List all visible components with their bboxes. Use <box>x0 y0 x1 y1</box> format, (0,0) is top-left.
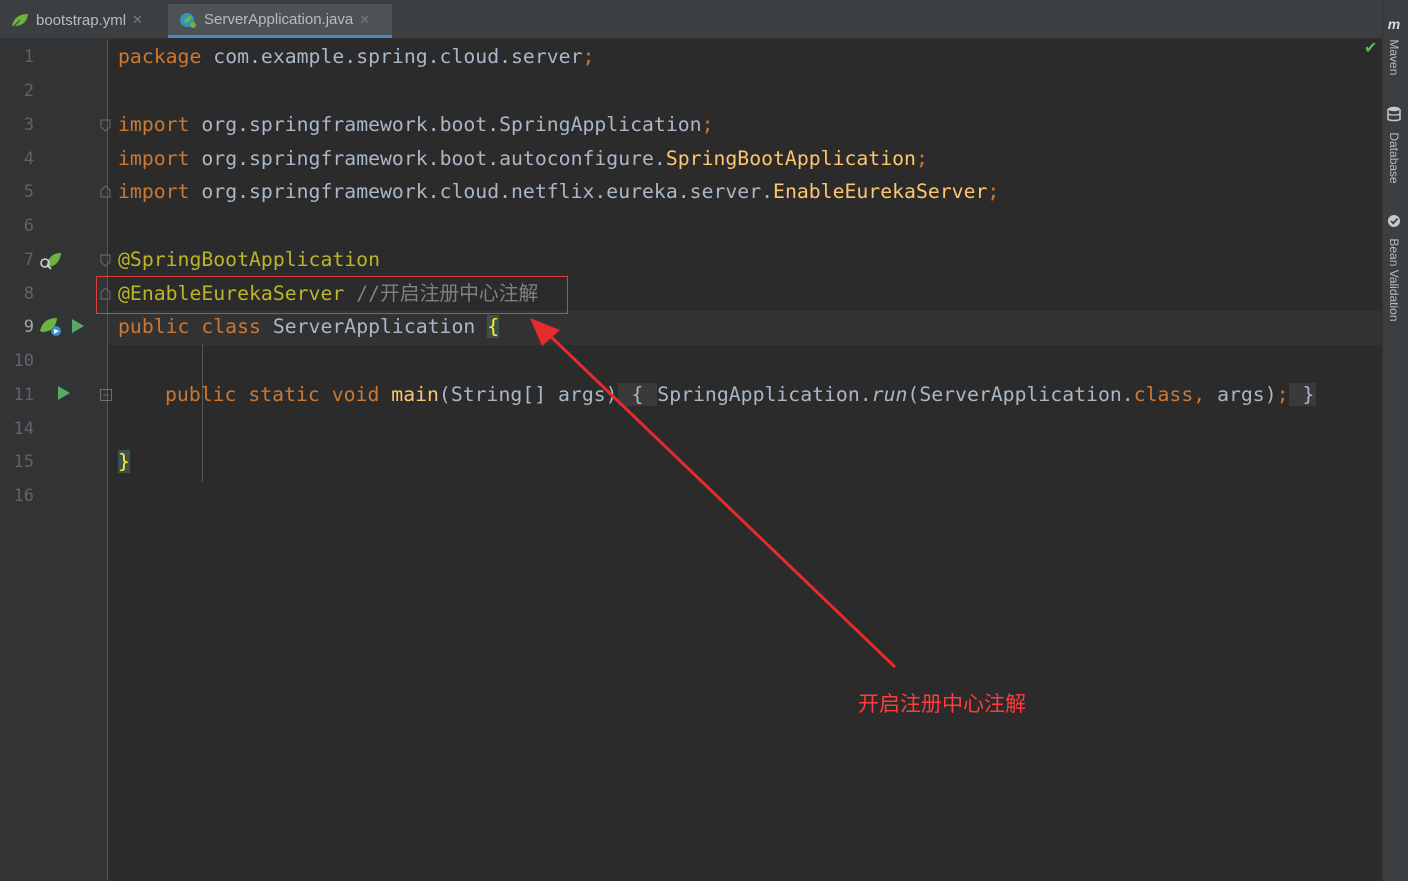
highlight-box <box>96 276 568 314</box>
code-line-9: public class ServerApplication { <box>118 315 500 338</box>
editor-tab-bar: bootstrap.yml ✕ ServerApplication.java ✕ <box>0 0 1382 39</box>
code-line-15: } <box>118 450 130 473</box>
tab-label: ServerApplication.java <box>204 11 354 28</box>
line-number: 3 <box>23 115 34 135</box>
line-number: 16 <box>13 486 34 506</box>
run-icon[interactable] <box>71 318 85 339</box>
line-number: 15 <box>13 452 34 472</box>
code-line-3: import org.springframework.boot.SpringAp… <box>118 113 714 136</box>
tab-label: bootstrap.yml <box>36 11 127 29</box>
code-line-5: import org.springframework.cloud.netflix… <box>118 180 1000 203</box>
close-icon[interactable]: ✕ <box>359 12 370 28</box>
brace-guide <box>202 344 203 482</box>
line-number: 6 <box>23 216 34 236</box>
code-line-7: @SpringBootApplication <box>118 248 381 271</box>
right-tool-strip: m Maven Database Bean Validation <box>1382 0 1408 881</box>
folded-block[interactable]: { <box>617 383 658 406</box>
code-line-11: public static void main(String[] args) {… <box>165 383 1317 406</box>
close-icon[interactable]: ✕ <box>132 12 143 28</box>
folded-block-end[interactable]: } <box>1288 383 1317 406</box>
database-icon <box>1387 106 1401 125</box>
line-number: 5 <box>23 182 34 202</box>
run-icon[interactable] <box>57 385 71 406</box>
editor-gutter: 1 2 3 4 5 6 7 8 9 10 11 14 15 16 <box>0 39 112 881</box>
tool-bean-validation[interactable]: Bean Validation <box>1387 214 1401 322</box>
tab-bootstrap-yml[interactable]: bootstrap.yml ✕ <box>0 4 166 36</box>
line-number: 10 <box>13 351 34 371</box>
line-number: 8 <box>23 284 34 304</box>
code-line-1: package com.example.spring.cloud.server; <box>118 45 595 68</box>
spring-leaf-icon <box>10 11 30 29</box>
maven-icon: m <box>1387 16 1401 32</box>
line-number: 2 <box>23 81 34 101</box>
bean-validation-icon <box>1387 214 1401 231</box>
line-number: 7 <box>23 250 34 270</box>
tool-database[interactable]: Database <box>1387 106 1401 184</box>
line-number: 11 <box>13 385 34 405</box>
line-number: 4 <box>23 149 34 169</box>
annotation-note: 开启注册中心注解 <box>858 692 1026 716</box>
code-line-4: import org.springframework.boot.autoconf… <box>118 147 928 170</box>
tab-server-application-java[interactable]: ServerApplication.java ✕ <box>168 4 392 38</box>
spring-boot-app-icon[interactable] <box>38 315 64 344</box>
spring-boot-class-icon <box>178 11 198 29</box>
tool-maven[interactable]: m Maven <box>1387 16 1401 75</box>
line-number: 14 <box>13 419 34 439</box>
code-editor[interactable]: package com.example.spring.cloud.server;… <box>108 39 1382 881</box>
line-number-current: 9 <box>23 317 34 337</box>
bean-search-icon[interactable] <box>38 249 62 276</box>
check-icon: ✔ <box>1364 40 1378 57</box>
line-number: 1 <box>23 47 34 67</box>
